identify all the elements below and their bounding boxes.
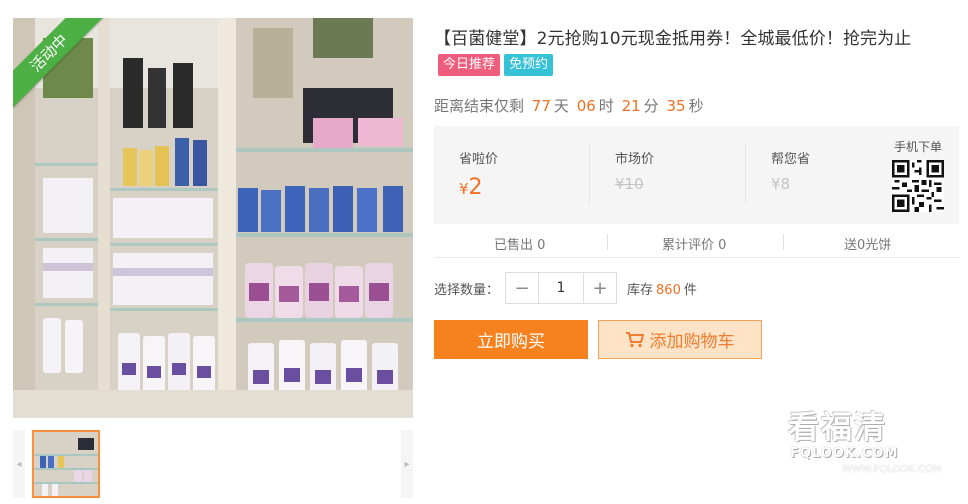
- quantity-plus-button[interactable]: +: [584, 273, 617, 303]
- stock-info: 库存 860 件: [627, 279, 697, 298]
- save-price-currency: ¥: [459, 180, 469, 198]
- market-price-label: 市场价: [615, 152, 655, 167]
- countdown-hours-unit: 时: [598, 97, 614, 115]
- countdown-seconds-unit: 秒: [688, 97, 704, 115]
- help-save-block: 帮您省 ¥8: [771, 148, 810, 193]
- stock-prefix: 库存: [627, 282, 654, 298]
- watermark-domain: FQLOOK.COM: [790, 446, 899, 461]
- activity-ribbon: 活动中: [13, 18, 123, 128]
- thumbnail-strip: ◂ ▸: [13, 430, 413, 498]
- countdown-timer: 距离结束仅剩 77 天 06 时 21 分 35 秒: [434, 95, 704, 116]
- quantity-label: 选择数量：: [434, 282, 500, 298]
- product-main-image: 活动中: [13, 18, 413, 418]
- save-price-label: 省啦价: [459, 152, 499, 167]
- activity-badge: 活动中: [13, 18, 108, 112]
- quantity-stepper: − +: [505, 272, 618, 304]
- price-panel: 省啦价 ¥2 市场价 ¥10 帮您省 ¥8 手机下单: [434, 126, 959, 224]
- tag-recommend: 今日推荐: [438, 54, 501, 76]
- countdown-minutes-unit: 分: [643, 97, 659, 115]
- stats-divider: [607, 234, 608, 250]
- price-divider: [745, 144, 746, 204]
- thumb-prev-arrow-icon[interactable]: ◂: [13, 430, 25, 498]
- countdown-days-unit: 天: [553, 97, 569, 115]
- sold-count: 已售出 0: [494, 238, 546, 253]
- thumbnail-image: [34, 432, 98, 496]
- watermark-url: WWW.FQLOOK.COM: [842, 464, 942, 475]
- add-to-cart-button[interactable]: 添加购物车: [598, 320, 762, 359]
- price-divider: [589, 144, 590, 204]
- stock-count: 860: [656, 282, 681, 298]
- review-count: 累计评价 0: [662, 238, 727, 253]
- market-price-block: 市场价 ¥10: [615, 148, 654, 193]
- watermark-logo-text: 看福清: [788, 410, 887, 446]
- help-save-value: ¥8: [771, 175, 791, 193]
- help-save-label: 帮您省: [771, 152, 811, 167]
- save-price-block: 省啦价 ¥2: [459, 148, 498, 200]
- tag-list: 今日推荐 免预约: [438, 54, 554, 76]
- market-price-value: ¥10: [615, 175, 644, 193]
- countdown-minutes: 21: [621, 97, 641, 115]
- sales-stats: 已售出 0 累计评价 0 送0光饼: [434, 228, 959, 258]
- quantity-input[interactable]: [538, 273, 585, 303]
- cart-icon: [625, 331, 644, 347]
- thumb-next-arrow-icon[interactable]: ▸: [401, 430, 413, 498]
- countdown-prefix: 距离结束仅剩: [434, 97, 525, 115]
- qr-code-icon[interactable]: [892, 160, 944, 212]
- stock-unit: 件: [683, 282, 697, 298]
- gift-info: 送0光饼: [844, 238, 892, 253]
- buy-now-button[interactable]: 立即购买: [434, 320, 588, 359]
- add-to-cart-label: 添加购物车: [649, 332, 735, 352]
- countdown-days: 77: [531, 97, 551, 115]
- countdown-seconds: 35: [666, 97, 686, 115]
- countdown-hours: 06: [576, 97, 596, 115]
- tag-no-reservation: 免预约: [504, 54, 554, 76]
- save-price-value: ¥2: [459, 175, 498, 200]
- save-price-amount: 2: [468, 175, 483, 200]
- mobile-order-label: 手机下单: [894, 140, 943, 154]
- thumbnail-1[interactable]: [32, 430, 100, 498]
- stats-divider: [783, 234, 784, 250]
- quantity-minus-button[interactable]: −: [506, 273, 539, 303]
- product-title: 【百菌健堂】2元抢购10元现金抵用券！全城最低价！抢完为止: [434, 29, 912, 49]
- quantity-row: 选择数量： − + 库存860件: [434, 272, 697, 304]
- site-watermark: 看福清 FQLOOK.COM WWW.FQLOOK.COM: [780, 402, 960, 482]
